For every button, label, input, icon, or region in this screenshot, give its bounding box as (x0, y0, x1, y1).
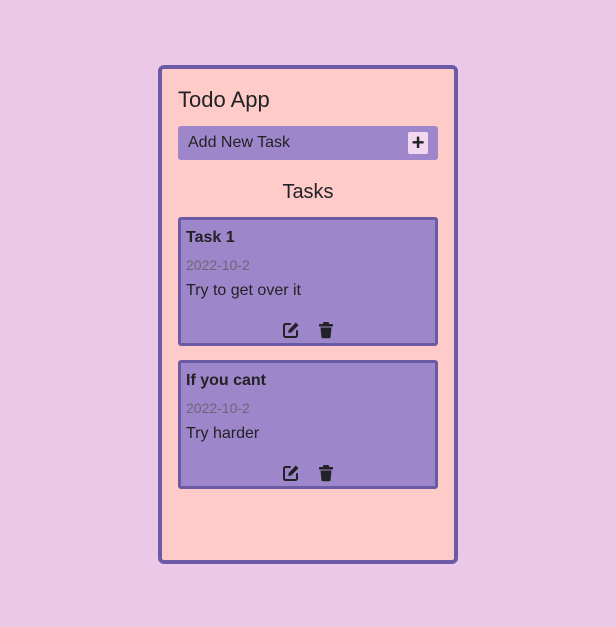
todo-app-panel: Todo App Add New Task + Tasks Task 1 202… (158, 65, 458, 564)
edit-icon[interactable] (282, 321, 300, 339)
trash-icon[interactable] (317, 464, 335, 482)
task-description: Try harder (186, 425, 260, 442)
tasks-heading: Tasks (282, 181, 334, 203)
plus-icon[interactable]: + (408, 132, 428, 154)
task-card: Task 1 2022-10-2 Try to get over it (178, 217, 438, 346)
trash-icon[interactable] (317, 321, 335, 339)
task-card: If you cant 2022-10-2 Try harder (178, 360, 438, 489)
task-title: Task 1 (186, 229, 235, 246)
app-title: Todo App (178, 87, 270, 112)
edit-icon[interactable] (282, 464, 300, 482)
task-date: 2022-10-2 (186, 257, 250, 273)
task-description: Try to get over it (186, 282, 301, 299)
task-date: 2022-10-2 (186, 400, 250, 416)
task-title: If you cant (186, 372, 267, 389)
add-new-task-button[interactable]: Add New Task + (178, 126, 438, 160)
add-new-task-label: Add New Task (188, 134, 290, 151)
